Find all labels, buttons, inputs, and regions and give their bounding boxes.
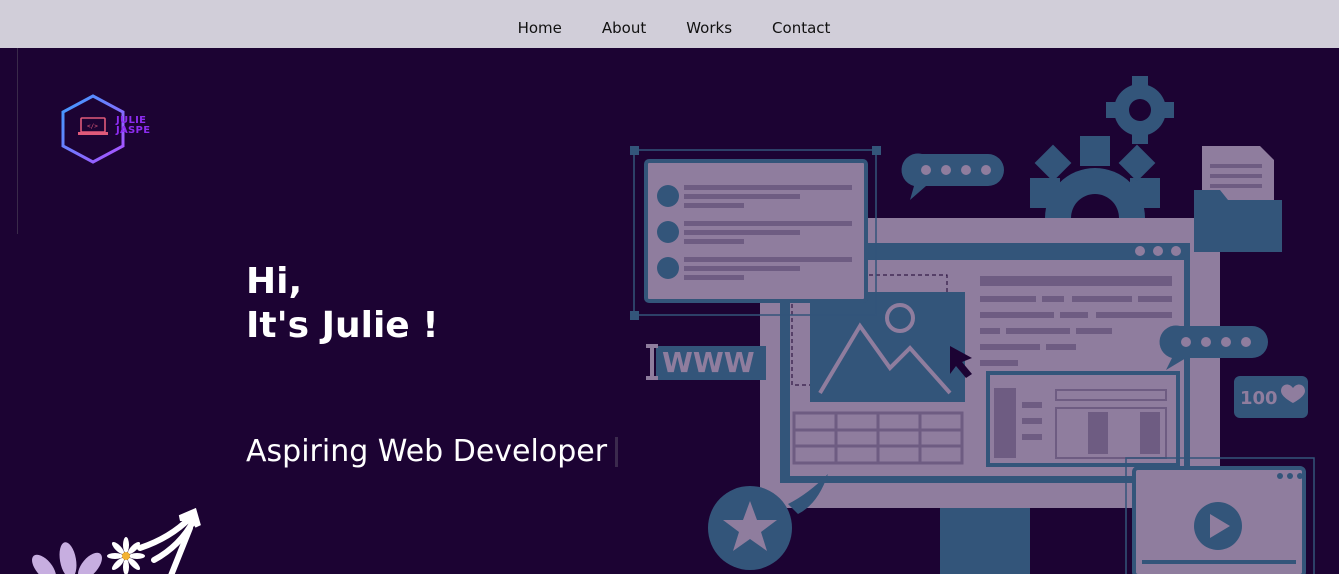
contacts-window — [630, 146, 881, 320]
left-divider — [17, 48, 18, 234]
site-logo[interactable]: </> JULIE JASPE — [60, 94, 170, 164]
folder-document-icon — [1194, 146, 1282, 252]
nav-works-link[interactable]: Works — [686, 19, 732, 37]
logo-text: JULIE JASPE — [116, 115, 151, 136]
hero-section: </> JULIE JASPE Hi, It's Julie ! Aspirin… — [0, 48, 1339, 574]
greeting-line-1: Hi, — [246, 261, 303, 302]
web-developer-illustration: WWW 100 — [630, 76, 1315, 574]
chat-bubble-icon — [901, 153, 1004, 200]
nav-home-link[interactable]: Home — [518, 19, 562, 37]
svg-text:WWW: WWW — [662, 346, 755, 379]
hero-greeting: Hi, It's Julie ! — [246, 260, 439, 348]
likes-badge: 100 — [1234, 376, 1308, 418]
www-label: WWW — [646, 344, 766, 380]
nav-links: Home About Works Contact — [518, 19, 831, 37]
svg-text:100: 100 — [1240, 388, 1278, 409]
video-player-window — [1125, 457, 1315, 574]
top-navbar: Home About Works Contact — [0, 0, 1339, 48]
hero-subtitle: Aspiring Web Developer — [246, 432, 619, 472]
svg-text:</>: </> — [87, 123, 98, 130]
nav-contact-link[interactable]: Contact — [772, 19, 830, 37]
decorative-flowers — [32, 508, 201, 574]
daisy-icon — [107, 537, 145, 574]
greeting-line-2: It's Julie ! — [246, 305, 439, 346]
subtitle-text: Aspiring Web Developer — [246, 434, 608, 469]
nav-about-link[interactable]: About — [602, 19, 646, 37]
typing-caret — [615, 437, 619, 467]
hexagon-logo-icon: </> — [61, 94, 125, 164]
